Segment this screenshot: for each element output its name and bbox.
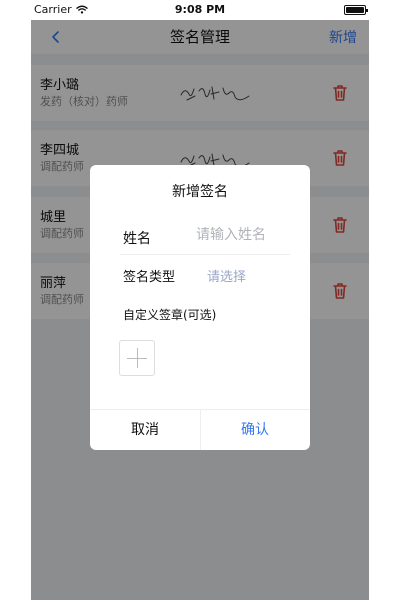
app-screen: 签名管理 新增 李小璐 发药（核对）药师 李四城 调配药师 城里 调配药师 丽萍…: [31, 20, 369, 600]
field-divider: [120, 254, 290, 255]
type-label: 签名类型: [123, 270, 176, 285]
name-label: 姓名: [123, 231, 151, 247]
custom-seal-label: 自定义签章(可选): [123, 308, 217, 322]
dialog-footer: 取消 确认: [90, 409, 310, 450]
battery-icon: [344, 5, 368, 15]
status-bar: Carrier 9:08 PM: [0, 0, 400, 20]
type-select[interactable]: 请选择: [207, 266, 246, 285]
confirm-button[interactable]: 确认: [200, 410, 310, 450]
name-input[interactable]: [196, 223, 290, 247]
status-time: 9:08 PM: [174, 3, 226, 16]
dialog-title: 新增签名: [172, 184, 228, 200]
cancel-button[interactable]: 取消: [90, 410, 200, 450]
add-signature-dialog: 新增签名 姓名 签名类型 请选择 自定义签章(可选) 取消 确认: [90, 165, 310, 450]
add-image-button[interactable]: [119, 340, 155, 376]
